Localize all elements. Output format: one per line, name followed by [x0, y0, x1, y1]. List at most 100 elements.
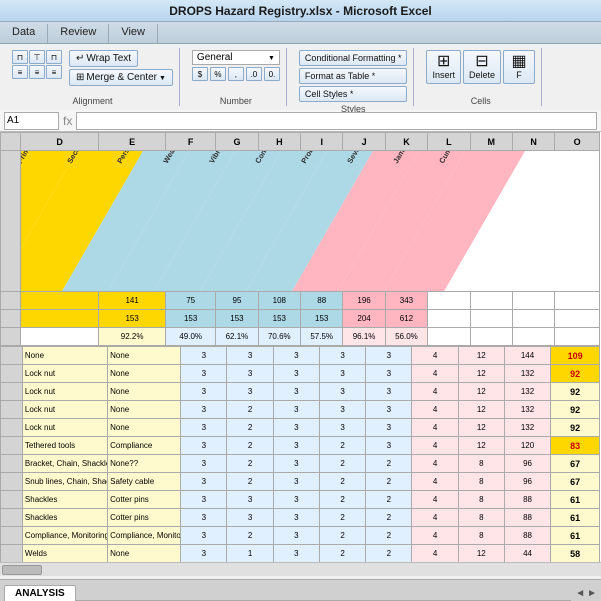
cumulative-cell[interactable]: 96 — [504, 473, 550, 491]
num-cell[interactable]: 2 — [227, 419, 273, 437]
stats-val-88[interactable]: 88 — [301, 292, 343, 310]
indexed-cell[interactable]: 61 — [551, 509, 600, 527]
cumulative-cell[interactable]: 96 — [504, 455, 550, 473]
num-cell[interactable]: 3 — [273, 491, 319, 509]
pct-3[interactable]: 70.6% — [258, 328, 300, 346]
secondary-cell[interactable]: None — [108, 383, 181, 401]
severity-cell[interactable]: 4 — [412, 509, 458, 527]
secondary-cell[interactable]: Compliance — [108, 437, 181, 455]
num-cell[interactable]: 3 — [181, 527, 227, 545]
num-cell[interactable]: 3 — [366, 401, 412, 419]
stats2-val-1[interactable]: 153 — [166, 310, 216, 328]
num-cell[interactable]: 3 — [227, 347, 273, 365]
tab-review[interactable]: Review — [48, 24, 109, 43]
num-cell[interactable]: 3 — [273, 545, 319, 563]
insert-btn[interactable]: ⊞ Insert — [426, 50, 461, 84]
stats2-val-4[interactable]: 153 — [301, 310, 343, 328]
severity-cell[interactable]: 12 — [458, 365, 504, 383]
primary-cell[interactable]: Lock nut — [22, 365, 107, 383]
severity-cell[interactable]: 4 — [412, 437, 458, 455]
conditional-formatting-btn[interactable]: Conditional Formatting * — [299, 50, 408, 66]
indexed-cell[interactable]: 61 — [551, 527, 600, 545]
num-cell[interactable]: 3 — [181, 419, 227, 437]
num-cell[interactable]: 2 — [319, 527, 365, 545]
cumulative-cell[interactable]: 44 — [504, 545, 550, 563]
pct-1[interactable]: 49.0% — [166, 328, 216, 346]
increase-decimal-btn[interactable]: .0 — [246, 67, 262, 81]
decrease-decimal-btn[interactable]: 0. — [264, 67, 280, 81]
indexed-cell[interactable]: 92 — [551, 383, 600, 401]
primary-cell[interactable]: Snub lines, Chain, Shackle — [22, 473, 107, 491]
comma-btn[interactable]: , — [228, 67, 244, 81]
align-top-right-btn[interactable]: ⊓ — [46, 50, 62, 64]
align-top-center-btn[interactable]: ⊤ — [29, 50, 45, 64]
indexed-cell[interactable]: 83 — [551, 437, 600, 455]
num-cell[interactable]: 3 — [181, 365, 227, 383]
stats2-val-0[interactable]: 153 — [99, 310, 166, 328]
cumulative-cell[interactable]: 88 — [504, 509, 550, 527]
secondary-cell[interactable]: Safety cable — [108, 473, 181, 491]
name-box[interactable] — [4, 112, 59, 130]
indexed-cell[interactable]: 61 — [551, 491, 600, 509]
num-cell[interactable]: 2 — [227, 437, 273, 455]
num-cell[interactable]: 3 — [273, 473, 319, 491]
stats-val-75[interactable]: 75 — [166, 292, 216, 310]
num-cell[interactable]: 3 — [227, 365, 273, 383]
cumulative-cell[interactable]: 120 — [504, 437, 550, 455]
stats2-val-3[interactable]: 153 — [258, 310, 300, 328]
num-cell[interactable]: 3 — [227, 383, 273, 401]
secondary-cell[interactable]: None — [108, 401, 181, 419]
pct-0[interactable]: 92.2% — [99, 328, 166, 346]
merge-center-btn[interactable]: ⊞ Merge & Center — [69, 69, 173, 86]
number-format-selector[interactable]: General — [192, 50, 280, 65]
wrap-text-btn[interactable]: ↵ Wrap Text — [69, 50, 138, 67]
num-cell[interactable]: 2 — [366, 473, 412, 491]
severity-cell[interactable]: 12 — [458, 347, 504, 365]
cumulative-cell[interactable]: 88 — [504, 491, 550, 509]
num-cell[interactable]: 2 — [319, 455, 365, 473]
num-cell[interactable]: 2 — [366, 527, 412, 545]
num-cell[interactable]: 3 — [181, 473, 227, 491]
severity-cell[interactable]: 8 — [458, 455, 504, 473]
currency-btn[interactable]: $ — [192, 67, 208, 81]
secondary-cell[interactable]: Cotter pins — [108, 491, 181, 509]
num-cell[interactable]: 3 — [273, 347, 319, 365]
stats2-val-5[interactable]: 204 — [343, 310, 385, 328]
indexed-cell[interactable]: 92 — [551, 401, 600, 419]
num-cell[interactable]: 2 — [366, 545, 412, 563]
pct-5[interactable]: 96.1% — [343, 328, 385, 346]
num-cell[interactable]: 3 — [366, 383, 412, 401]
primary-cell[interactable]: Welds — [22, 545, 107, 563]
num-cell[interactable]: 3 — [181, 401, 227, 419]
sheet-tab-analysis[interactable]: ANALYSIS — [4, 585, 76, 601]
num-cell[interactable]: 3 — [273, 527, 319, 545]
delete-btn[interactable]: ⊟ Delete — [463, 50, 501, 84]
formula-input[interactable] — [76, 112, 597, 130]
num-cell[interactable]: 3 — [273, 455, 319, 473]
secondary-cell[interactable]: None?? — [108, 455, 181, 473]
format-btn[interactable]: ▦ F — [503, 50, 535, 84]
format-table-btn[interactable]: Format as Table * — [299, 68, 408, 84]
severity-cell[interactable]: 4 — [412, 545, 458, 563]
merge-dropdown-arrow[interactable] — [159, 72, 166, 83]
align-middle-left-btn[interactable]: ≡ — [12, 65, 28, 79]
cumulative-cell[interactable]: 132 — [504, 401, 550, 419]
number-format-arrow[interactable] — [268, 52, 275, 63]
num-cell[interactable]: 2 — [319, 509, 365, 527]
cumulative-cell[interactable]: 132 — [504, 419, 550, 437]
secondary-cell[interactable]: None — [108, 365, 181, 383]
tab-view[interactable]: View — [109, 24, 158, 43]
num-cell[interactable]: 2 — [319, 437, 365, 455]
num-cell[interactable]: 3 — [366, 347, 412, 365]
severity-cell[interactable]: 8 — [458, 473, 504, 491]
severity-cell[interactable]: 8 — [458, 491, 504, 509]
severity-cell[interactable]: 8 — [458, 509, 504, 527]
num-cell[interactable]: 3 — [273, 437, 319, 455]
num-cell[interactable]: 3 — [273, 419, 319, 437]
pct-2[interactable]: 62.1% — [216, 328, 258, 346]
num-cell[interactable]: 3 — [227, 491, 273, 509]
stats2-val-2[interactable]: 153 — [216, 310, 258, 328]
severity-cell[interactable]: 4 — [412, 401, 458, 419]
severity-cell[interactable]: 12 — [458, 545, 504, 563]
primary-cell[interactable]: Lock nut — [22, 401, 107, 419]
